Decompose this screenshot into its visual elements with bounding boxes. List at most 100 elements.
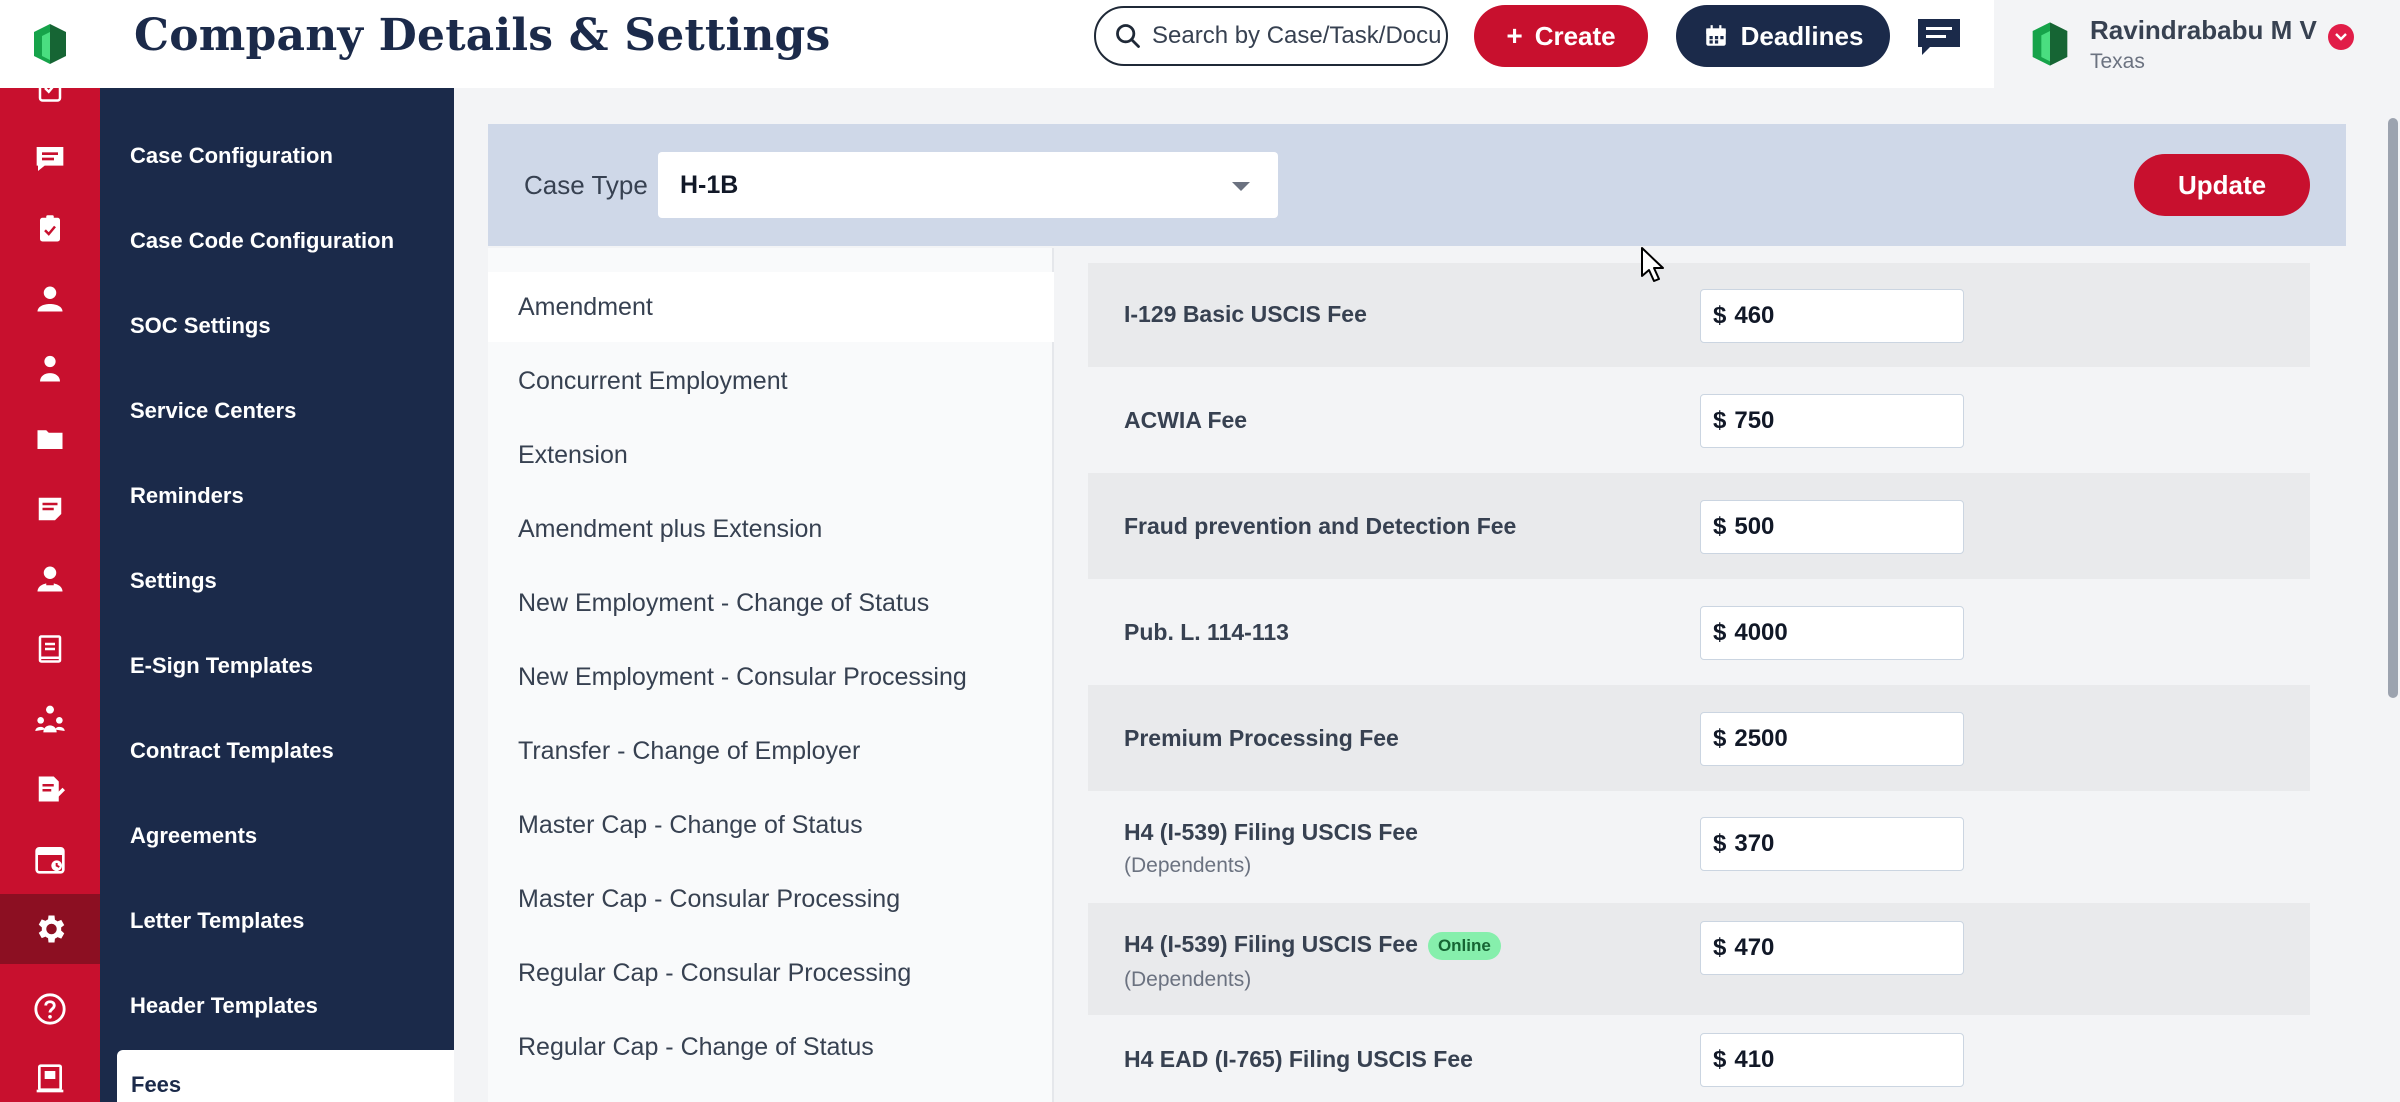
- nav-item-case-code-configuration[interactable]: Case Code Configuration: [130, 228, 394, 254]
- subtype-item-amendment[interactable]: Amendment: [488, 272, 1054, 342]
- settings-nav: Case Configuration Case Code Configurati…: [100, 88, 454, 1102]
- rail-item-notes[interactable]: [0, 474, 100, 544]
- nav-item-service-centers[interactable]: Service Centers: [130, 398, 296, 424]
- nav-item-soc-settings[interactable]: SOC Settings: [130, 313, 271, 339]
- fee-list: I-129 Basic USCIS Fee $ ACWIA Fee $ Frau…: [1088, 263, 2310, 1102]
- fee-input[interactable]: $: [1700, 289, 1964, 343]
- nav-item-header-templates[interactable]: Header Templates: [130, 993, 318, 1019]
- profile-icon: [37, 566, 63, 592]
- rail-item-team[interactable]: [0, 684, 100, 754]
- nav-item-contract-templates[interactable]: Contract Templates: [130, 738, 334, 764]
- fee-label: H4 EAD (I-765) Filing USCIS Fee: [1124, 1046, 1473, 1072]
- rail-item-folders[interactable]: [0, 404, 100, 474]
- fee-input[interactable]: $: [1700, 394, 1964, 448]
- fee-row: H4 (I-539) Filing USCIS Fee Online (Depen…: [1088, 903, 2310, 1015]
- rail-item-settings[interactable]: [0, 894, 100, 964]
- help-icon: [34, 993, 66, 1025]
- nav-item-letter-templates[interactable]: Letter Templates: [130, 908, 304, 934]
- currency-symbol: $: [1713, 934, 1727, 961]
- chat-icon: [1918, 19, 1960, 55]
- fee-row: Premium Processing Fee $: [1088, 685, 2310, 791]
- rail-item-help[interactable]: [0, 974, 100, 1044]
- case-type-select[interactable]: H-1B: [658, 152, 1278, 218]
- user-menu[interactable]: Ravindrababu M V Texas: [1994, 0, 2400, 88]
- user-avatar: [2032, 22, 2068, 66]
- subtype-item-amendment-plus-extension[interactable]: Amendment plus Extension: [488, 494, 1054, 564]
- subtype-item-master-cap-cp[interactable]: Master Cap - Consular Processing: [488, 864, 1054, 934]
- subtype-item-concurrent-employment[interactable]: Concurrent Employment: [488, 346, 1054, 416]
- rail-item-profile[interactable]: [0, 544, 100, 614]
- rail-item-checklist[interactable]: [0, 68, 100, 108]
- rail-item-ledger[interactable]: [0, 1044, 100, 1102]
- create-label: Create: [1534, 20, 1616, 51]
- fee-value-field[interactable]: [1734, 934, 1935, 962]
- fee-value-field[interactable]: [1734, 830, 1935, 858]
- user-location: Texas: [2090, 49, 2145, 73]
- subtype-item-regular-cap-cp[interactable]: Regular Cap - Consular Processing: [488, 938, 1054, 1008]
- search-icon: [1116, 24, 1140, 48]
- subtype-item-master-cap-cos[interactable]: Master Cap - Change of Status: [488, 790, 1054, 860]
- deadlines-button[interactable]: Deadlines: [1676, 5, 1890, 67]
- currency-symbol: $: [1713, 725, 1727, 752]
- chevron-down-icon[interactable]: [2328, 24, 2354, 50]
- nav-item-settings[interactable]: Settings: [130, 568, 217, 594]
- rail-item-tasks[interactable]: [0, 194, 100, 264]
- rail-item-user[interactable]: [0, 264, 100, 334]
- search-bar[interactable]: [1094, 6, 1448, 66]
- subtype-item-new-employment-cp[interactable]: New Employment - Consular Processing: [488, 642, 1054, 712]
- rail-item-calendar[interactable]: [0, 824, 100, 894]
- fee-label: H4 (I-539) Filing USCIS Fee Online (Depen…: [1124, 931, 1501, 992]
- fee-value-field[interactable]: [1734, 725, 1935, 753]
- fee-input[interactable]: $: [1700, 1033, 1964, 1087]
- document-edit-icon: [38, 776, 65, 802]
- rail-item-messages[interactable]: [0, 124, 100, 194]
- top-bar: Company Details & Settings + Create Dead…: [0, 0, 2400, 88]
- gear-icon: [38, 915, 65, 943]
- fee-input[interactable]: $: [1700, 606, 1964, 660]
- fee-label: Pub. L. 114-113: [1124, 619, 1289, 645]
- fee-value-field[interactable]: [1734, 619, 1935, 647]
- fee-input[interactable]: $: [1700, 712, 1964, 766]
- fee-value-field[interactable]: [1734, 513, 1935, 541]
- subtype-item-extension[interactable]: Extension: [488, 420, 1054, 490]
- fee-row: Fraud prevention and Detection Fee $: [1088, 473, 2310, 579]
- fee-value-field[interactable]: [1734, 407, 1935, 435]
- team-icon: [35, 705, 65, 733]
- ledger-icon: [36, 1064, 64, 1093]
- rail-item-person[interactable]: [0, 334, 100, 404]
- subtype-item-new-employment-cos[interactable]: New Employment - Change of Status: [488, 568, 1054, 638]
- fee-label: I-129 Basic USCIS Fee: [1124, 301, 1367, 327]
- rail-item-book[interactable]: [0, 614, 100, 684]
- rail-item-document-edit[interactable]: [0, 754, 100, 824]
- fee-input[interactable]: $: [1700, 817, 1964, 871]
- scrollbar-thumb[interactable]: [2388, 118, 2398, 698]
- fee-value-field[interactable]: [1734, 1046, 1935, 1074]
- currency-symbol: $: [1713, 513, 1727, 540]
- case-type-value: H-1B: [680, 170, 739, 199]
- deadlines-label: Deadlines: [1740, 20, 1864, 51]
- update-button[interactable]: Update: [2134, 154, 2310, 216]
- fee-input[interactable]: $: [1700, 921, 1964, 975]
- plus-icon: +: [1506, 20, 1523, 51]
- nav-item-fees[interactable]: Fees: [117, 1050, 454, 1102]
- fee-label-text: H4 (I-539) Filing USCIS Fee: [1124, 819, 1418, 845]
- nav-item-case-configuration[interactable]: Case Configuration: [130, 143, 333, 169]
- online-badge: Online: [1427, 931, 1501, 960]
- nav-item-fees-label: Fees: [131, 1072, 182, 1097]
- checklist-icon: [38, 74, 62, 102]
- currency-symbol: $: [1713, 830, 1727, 857]
- fee-value-field[interactable]: [1734, 302, 1935, 330]
- fee-input[interactable]: $: [1700, 500, 1964, 554]
- fee-row: I-129 Basic USCIS Fee $: [1088, 263, 2310, 367]
- case-subtype-list: Amendment Concurrent Employment Extensio…: [488, 248, 1054, 1102]
- create-button[interactable]: + Create: [1474, 5, 1648, 67]
- subtype-item-regular-cap-cos[interactable]: Regular Cap - Change of Status: [488, 1012, 1054, 1082]
- nav-item-e-sign-templates[interactable]: E-Sign Templates: [130, 653, 313, 679]
- subtype-item-transfer[interactable]: Transfer - Change of Employer: [488, 716, 1054, 786]
- caret-down-icon: [1232, 182, 1250, 191]
- nav-item-reminders[interactable]: Reminders: [130, 483, 244, 509]
- fee-sublabel: (Dependents): [1124, 967, 1252, 991]
- search-input[interactable]: [1152, 22, 1442, 50]
- nav-item-agreements[interactable]: Agreements: [130, 823, 257, 849]
- chat-button[interactable]: [1914, 16, 1964, 58]
